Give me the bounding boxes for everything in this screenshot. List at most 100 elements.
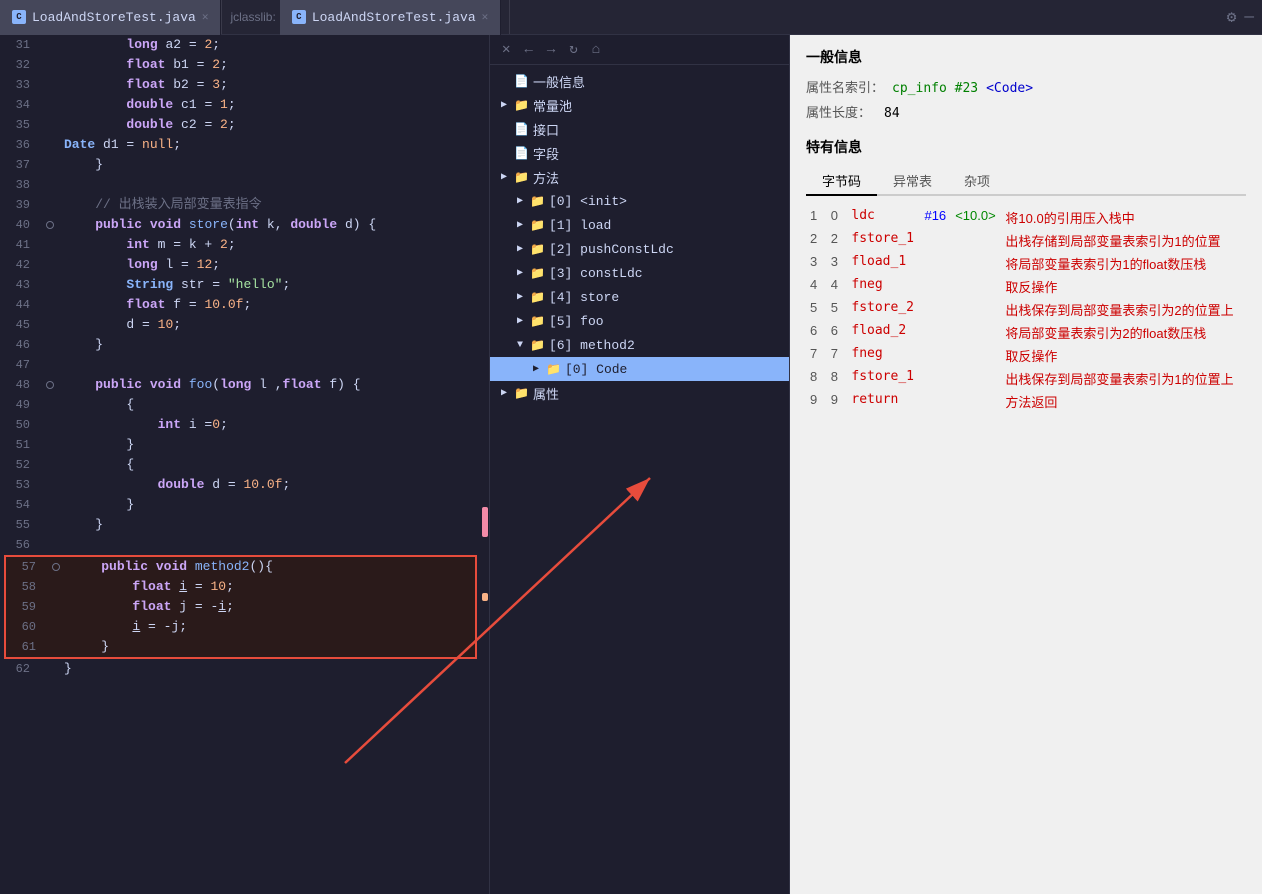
- tree-item-label: [6] method2: [549, 338, 635, 353]
- home-toolbar-btn[interactable]: ⌂: [588, 40, 604, 60]
- tree-item[interactable]: ▶📁常量池: [490, 93, 789, 117]
- doc-icon: 📄: [514, 146, 529, 161]
- code-line: 54 }: [0, 495, 481, 515]
- tree-item[interactable]: ▶📁[0] Code: [490, 357, 789, 381]
- tree-item-label: [0] Code: [565, 362, 627, 377]
- minimize-icon[interactable]: —: [1244, 8, 1254, 26]
- code-line: 31 long a2 = 2;: [0, 35, 481, 55]
- refresh-toolbar-btn[interactable]: ↻: [565, 39, 581, 60]
- tree-item-label: [2] pushConstLdc: [549, 242, 674, 257]
- folder-icon: 📁: [514, 98, 529, 113]
- code-line: 61 }: [6, 637, 475, 657]
- code-line: 60 i = -j;: [6, 617, 475, 637]
- jclasslib-tree: 📄一般信息▶📁常量池📄接口📄字段▶📁方法▶📁[0] <init>▶📁[1] lo…: [490, 65, 789, 894]
- info-tab[interactable]: 杂项: [948, 167, 1006, 196]
- bytecode-table: 10ldc#16<10.0>将10.0的引用压入栈中22fstore_1出栈存储…: [806, 206, 1246, 413]
- code-line: 51 }: [0, 435, 481, 455]
- bytecode-row: 10ldc#16<10.0>将10.0的引用压入栈中: [806, 206, 1246, 229]
- doc-icon: 📄: [514, 122, 529, 137]
- left-tab-close[interactable]: ✕: [202, 10, 209, 24]
- tree-item-label: 一般信息: [533, 72, 585, 91]
- jclasslib-toolbar: ✕ ← → ↻ ⌂: [490, 35, 789, 65]
- length-label: 属性长度：: [806, 102, 876, 121]
- info-panel: 一般信息 属性名索引： cp_info #23 <Code> 属性长度： 84 …: [790, 35, 1262, 894]
- bytecode-row: 77fneg取反操作: [806, 344, 1246, 367]
- bytecode-ref[interactable]: #16: [920, 206, 951, 229]
- folder-icon: 📁: [530, 218, 545, 233]
- tree-item[interactable]: ▶📁[3] constLdc: [490, 261, 789, 285]
- code-line: 40 public void store(int k, double d) {: [0, 215, 481, 235]
- code-line: 36Date d1 = null;: [0, 135, 481, 155]
- code-line: 52 {: [0, 455, 481, 475]
- tree-item[interactable]: ▶📁属性: [490, 381, 789, 405]
- tree-item-label: 字段: [533, 144, 559, 163]
- tree-item-label: [0] <init>: [549, 194, 627, 209]
- tree-item[interactable]: 📄一般信息: [490, 69, 789, 93]
- info-tab[interactable]: 异常表: [877, 167, 948, 196]
- code-line: 46 }: [0, 335, 481, 355]
- code-line: 34 double c1 = 1;: [0, 95, 481, 115]
- tree-item[interactable]: ▼📁[6] method2: [490, 333, 789, 357]
- folder-icon: 📁: [530, 314, 545, 329]
- code-line: 62}: [0, 659, 481, 679]
- tree-item-label: 常量池: [533, 96, 572, 115]
- code-line: 43 String str = "hello";: [0, 275, 481, 295]
- attr-value[interactable]: cp_info #23: [892, 81, 978, 96]
- bytecode-tabs: 字节码异常表杂项: [806, 167, 1246, 196]
- bytecode-row: 66fload_2将局部变量表索引为2的float数压栈: [806, 321, 1246, 344]
- right-tab-label: LoadAndStoreTest.java: [312, 10, 476, 25]
- bytecode-row: 99return方法返回: [806, 390, 1246, 413]
- code-line: 44 float f = 10.0f;: [0, 295, 481, 315]
- tree-item[interactable]: ▶📁方法: [490, 165, 789, 189]
- code-line: 41 int m = k + 2;: [0, 235, 481, 255]
- special-title: 特有信息: [806, 137, 1246, 157]
- folder-icon: 📁: [530, 338, 545, 353]
- info-title: 一般信息: [806, 47, 1246, 67]
- tree-item-label: 方法: [533, 168, 559, 187]
- code-line: 55 }: [0, 515, 481, 535]
- code-line: 49 {: [0, 395, 481, 415]
- tree-item[interactable]: ▶📁[2] pushConstLdc: [490, 237, 789, 261]
- folder-icon: 📁: [530, 242, 545, 257]
- code-line: 57 public void method2(){: [6, 557, 475, 577]
- left-tab-label: LoadAndStoreTest.java: [32, 10, 196, 25]
- close-toolbar-btn[interactable]: ✕: [498, 39, 514, 60]
- tree-item[interactable]: 📄 字段: [490, 141, 789, 165]
- code-line: 59 float j = -i;: [6, 597, 475, 617]
- tree-item[interactable]: ▶📁[4] store: [490, 285, 789, 309]
- tree-item-label: [1] load: [549, 218, 611, 233]
- right-editor-tab[interactable]: C LoadAndStoreTest.java ✕: [280, 0, 501, 35]
- code-line: 56: [0, 535, 481, 555]
- folder-icon: 📁: [530, 266, 545, 281]
- code-line: 42 long l = 12;: [0, 255, 481, 275]
- bytecode-row: 88fstore_1出栈保存到局部变量表索引为1的位置上: [806, 367, 1246, 390]
- jclasslib-tree-panel: ✕ ← → ↻ ⌂ 📄一般信息▶📁常量池📄接口📄字段▶📁方法▶📁[0] <ini…: [490, 35, 790, 894]
- java-icon: C: [12, 10, 26, 24]
- left-editor-tab[interactable]: C LoadAndStoreTest.java ✕: [0, 0, 221, 35]
- back-toolbar-btn[interactable]: ←: [520, 40, 536, 60]
- code-editor: 31 long a2 = 2;32 float b1 = 2;33 float …: [0, 35, 490, 894]
- bytecode-row: 44fneg取反操作: [806, 275, 1246, 298]
- tree-item-label: [5] foo: [549, 314, 604, 329]
- tree-item-label: [4] store: [549, 290, 619, 305]
- code-line: 45 d = 10;: [0, 315, 481, 335]
- code-line: 33 float b2 = 3;: [0, 75, 481, 95]
- settings-icon[interactable]: ⚙: [1227, 7, 1237, 27]
- right-tab-close[interactable]: ✕: [482, 10, 489, 24]
- forward-toolbar-btn[interactable]: →: [543, 40, 559, 60]
- code-line: 38: [0, 175, 481, 195]
- tree-item[interactable]: ▶📁[1] load: [490, 213, 789, 237]
- folder-icon: 📁: [530, 194, 545, 209]
- tree-item[interactable]: ▶📁[5] foo: [490, 309, 789, 333]
- tree-item[interactable]: 📄接口: [490, 117, 789, 141]
- tree-item-label: 属性: [533, 384, 559, 403]
- tree-item-label: [3] constLdc: [549, 266, 643, 281]
- bytecode-row: 22fstore_1出栈存储到局部变量表索引为1的位置: [806, 229, 1246, 252]
- tree-item[interactable]: ▶📁[0] <init>: [490, 189, 789, 213]
- code-line: 32 float b1 = 2;: [0, 55, 481, 75]
- code-line: 35 double c2 = 2;: [0, 115, 481, 135]
- folder-icon: 📁: [514, 170, 529, 185]
- bytecode-row: 33fload_1将局部变量表索引为1的float数压栈: [806, 252, 1246, 275]
- info-tab[interactable]: 字节码: [806, 167, 877, 196]
- folder-icon: 📁: [530, 290, 545, 305]
